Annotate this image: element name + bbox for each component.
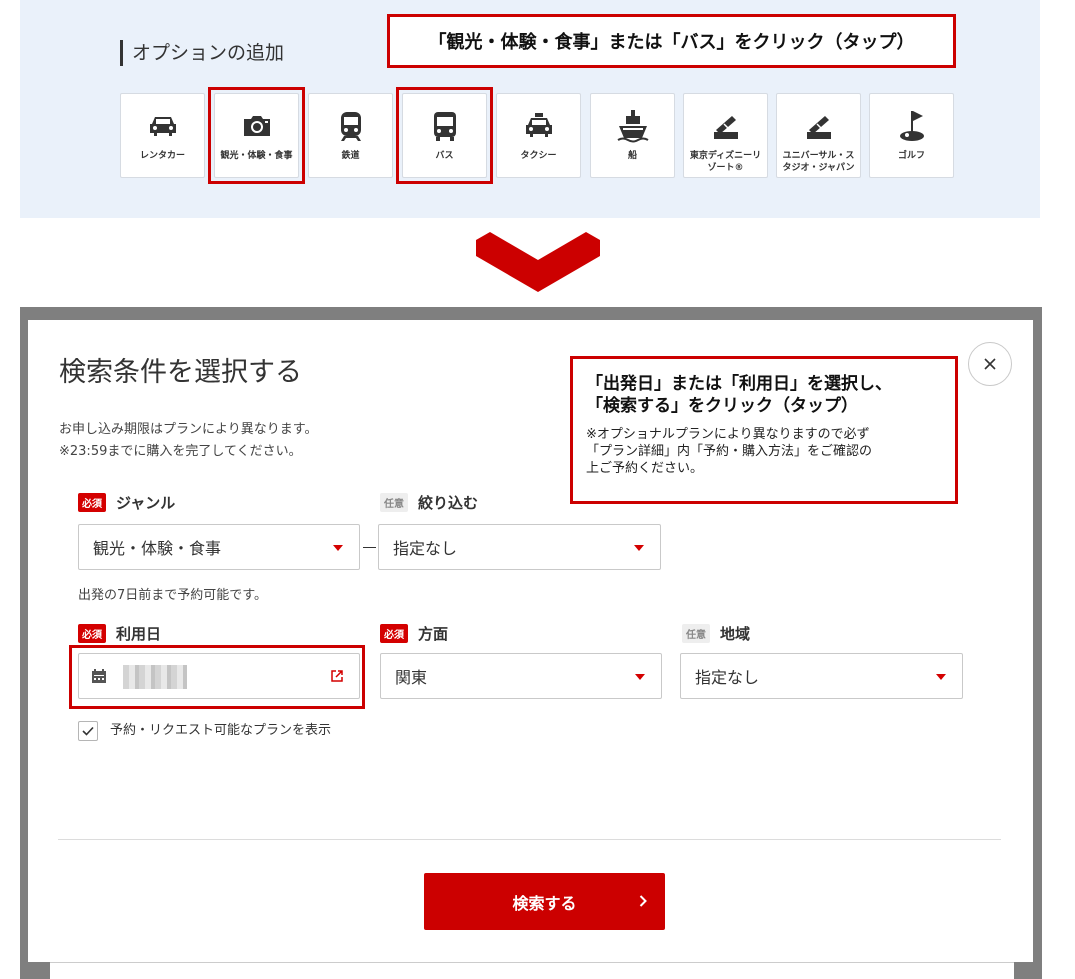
tile-label: 東京ディズニーリゾート®	[689, 151, 762, 173]
genre-label: 必須 ジャンル	[78, 492, 175, 513]
dropdown-caret-icon	[634, 545, 644, 551]
instruction-callout: 「出発日」または「利用日」を選択し、 「検索する」をクリック（タップ） ※オプシ…	[570, 356, 958, 504]
search-conditions-modal: 検索条件を選択する お申し込み期限はプランにより異なります。 ※23:59までに…	[28, 320, 1033, 962]
filter-select[interactable]: 指定なし	[378, 524, 661, 570]
genre-value: 観光・体験・食事	[93, 539, 222, 558]
tile-tokyo-disney-resort[interactable]: 東京ディズニーリゾート®	[683, 93, 768, 178]
callout-text: 上ご予約ください。	[586, 461, 704, 476]
direction-label: 必須 方面	[380, 623, 448, 644]
callout-heading: 「検索する」をクリック（タップ）	[586, 396, 858, 416]
callout-text: 「プラン詳細」内「予約・購入方法」をご確認の	[586, 444, 873, 459]
connector-dash	[363, 547, 376, 548]
required-badge: 必須	[78, 624, 106, 643]
area-label: 任意 地域	[682, 623, 750, 644]
direction-select[interactable]: 関東	[380, 653, 662, 699]
filter-label: 任意 絞り込む	[380, 492, 478, 513]
tile-universal-studios-japan[interactable]: ユニバーサル・スタジオ・ジャパン	[776, 93, 861, 178]
option-panel: オプションの追加 「観光・体験・食事」または「バス」をクリック（タップ） レンタ…	[20, 0, 1040, 218]
tile-rental-car[interactable]: レンタカー	[120, 93, 205, 178]
area-value: 指定なし	[695, 668, 760, 687]
highlight-sightseeing	[208, 87, 305, 184]
tile-ship[interactable]: 船	[590, 93, 675, 178]
tile-label: レンタカー	[139, 151, 185, 161]
genre-label-text: ジャンル	[116, 494, 176, 512]
chevron-right-icon	[639, 895, 647, 907]
area-select[interactable]: 指定なし	[680, 653, 963, 699]
ticket-icon	[713, 116, 738, 139]
dropdown-caret-icon	[333, 545, 343, 551]
tile-label: ユニバーサル・スタジオ・ジャパン	[782, 151, 855, 173]
area-label-text: 地域	[720, 625, 751, 643]
tile-label: タクシー	[520, 151, 557, 161]
date-label: 必須 利用日	[78, 623, 161, 644]
advance-booking-note: 出発の7日前まで予約可能です。	[78, 588, 267, 603]
callout-heading: 「出発日」または「利用日」を選択し、	[586, 374, 892, 394]
dropdown-caret-icon	[936, 674, 946, 680]
bookable-plans-checkbox[interactable]	[78, 721, 98, 741]
highlight-bus	[396, 87, 493, 184]
modal-title: 検索条件を選択する	[59, 357, 302, 388]
divider	[58, 839, 1001, 840]
checkbox-label: 予約・リクエスト可能なプランを表示	[110, 723, 332, 738]
section-title: オプションの追加	[120, 40, 284, 66]
underlying-page-strip	[50, 962, 1014, 979]
train-icon	[340, 112, 361, 141]
tile-railway[interactable]: 鉄道	[308, 93, 393, 178]
ticket-icon	[806, 116, 831, 139]
filter-label-text: 絞り込む	[418, 494, 479, 512]
checkmark-icon	[82, 726, 94, 736]
tile-golf[interactable]: ゴルフ	[869, 93, 954, 178]
direction-value: 関東	[395, 668, 428, 687]
highlight-date	[69, 645, 365, 709]
close-button[interactable]	[968, 342, 1012, 386]
deadline-note: お申し込み期限はプランにより異なります。	[59, 422, 318, 437]
optional-badge: 任意	[682, 624, 710, 643]
optional-badge: 任意	[380, 493, 408, 512]
search-button[interactable]: 検索する	[424, 873, 665, 930]
ship-icon	[616, 110, 649, 143]
tile-label: 鉄道	[341, 151, 360, 161]
purchase-time-note: ※23:59までに購入を完了してください。	[59, 444, 302, 459]
tile-label: 船	[627, 151, 637, 161]
callout-text: ※オプショナルプランにより異なりますので必ず	[586, 427, 870, 442]
required-badge: 必須	[380, 624, 408, 643]
close-icon	[984, 358, 996, 370]
filter-value: 指定なし	[393, 539, 458, 558]
tile-label: ゴルフ	[897, 151, 925, 161]
golf-icon	[899, 111, 924, 141]
date-label-text: 利用日	[116, 625, 162, 643]
instruction-callout: 「観光・体験・食事」または「バス」をクリック（タップ）	[387, 14, 956, 68]
down-arrow-icon	[476, 232, 600, 292]
genre-select[interactable]: 観光・体験・食事	[78, 524, 360, 570]
taxi-icon	[525, 113, 552, 137]
search-button-label: 検索する	[512, 893, 577, 913]
dropdown-caret-icon	[635, 674, 645, 680]
tile-taxi[interactable]: タクシー	[496, 93, 581, 178]
direction-label-text: 方面	[418, 625, 449, 643]
required-badge: 必須	[78, 493, 106, 512]
car-icon	[149, 117, 176, 136]
